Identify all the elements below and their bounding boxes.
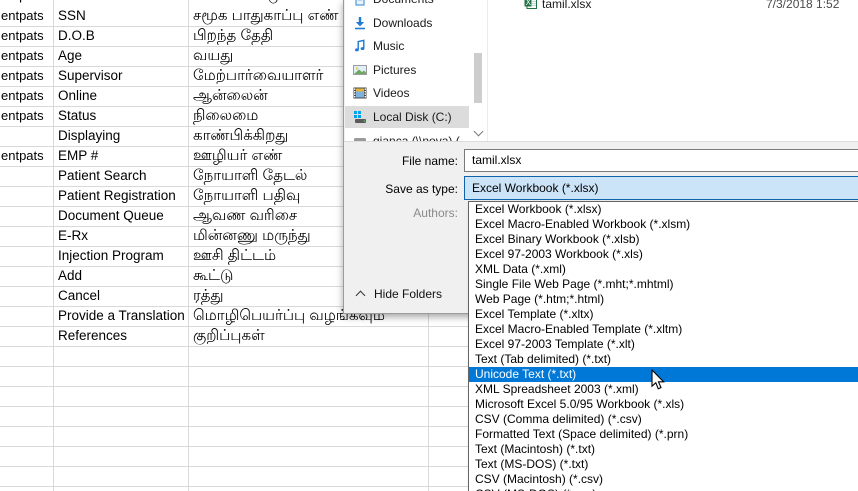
filetype-option[interactable]: Excel Template (*.xltx) (469, 307, 858, 322)
sheet-cell-tamil[interactable]: குறிப்புகள் (193, 326, 265, 346)
sidebar-item-local-disk-c[interactable]: Local Disk (C:) (345, 106, 469, 128)
file-name-input[interactable]: tamil.xlsx (464, 149, 858, 172)
filetype-option[interactable]: XML Data (*.xml) (469, 262, 858, 277)
sheet-cell-term[interactable]: Age (58, 46, 187, 66)
sheet-cell-col-a[interactable]: entpats (1, 6, 51, 26)
filetype-option[interactable]: Single File Web Page (*.mht;*.mhtml) (469, 277, 858, 292)
sidebar-item-music[interactable]: Music (345, 35, 469, 57)
videos-icon (353, 86, 367, 100)
sheet-cell-tamil[interactable]: நிலைமை (193, 106, 258, 126)
filetype-option[interactable]: Excel Workbook (*.xlsx) (469, 202, 858, 217)
scroll-down-button[interactable] (473, 124, 483, 136)
excel-file-icon: X (524, 0, 537, 14)
filetype-option[interactable]: Microsoft Excel 5.0/95 Workbook (*.xls) (469, 397, 858, 412)
save-as-type-label: Save as type: (344, 182, 458, 196)
sheet-cell-col-a[interactable]: entpats (1, 46, 51, 66)
sheet-cell-term[interactable]: Patient Search (58, 166, 187, 186)
sheet-cell-tamil[interactable]: சமூக பாதுகாப்பு எண் (193, 6, 338, 26)
chevron-down-icon (474, 127, 484, 137)
filetype-option[interactable]: CSV (MS-DOS) (*.csv) (469, 487, 858, 491)
hide-folders-button[interactable]: Hide Folders (355, 285, 442, 303)
sheet-cell-col-a[interactable]: entpats (1, 66, 51, 86)
sheet-cell-tamil[interactable]: நோயாளி பதிவு (193, 186, 300, 206)
sheet-cell-term[interactable]: Cancel (58, 286, 187, 306)
filetype-option[interactable]: Excel Macro-Enabled Template (*.xltm) (469, 322, 858, 337)
sheet-cell-term[interactable]: References (58, 326, 187, 346)
sheet-cell-col-a[interactable]: entpats (1, 86, 51, 106)
filetype-option[interactable]: Excel 97-2003 Template (*.xlt) (469, 337, 858, 352)
sheet-cell-col-a[interactable]: entpats (1, 106, 51, 126)
sheet-cell-tamil[interactable]: பிறந்த தேதி (193, 26, 273, 46)
file-row[interactable]: X tamil.xlsx 7/3/2018 1:52 (488, 0, 858, 13)
authors-label: Authors: (344, 206, 458, 220)
sheet-cell-term[interactable]: EMP # (58, 146, 187, 166)
documents-icon (353, 0, 367, 6)
music-icon (353, 39, 367, 53)
filetype-option[interactable]: Text (Macintosh) (*.txt) (469, 442, 858, 457)
sidebar-item-downloads[interactable]: Downloads (345, 12, 469, 34)
filetype-option[interactable]: CSV (Macintosh) (*.csv) (469, 472, 858, 487)
sidebar-item-documents[interactable]: Documents (345, 0, 469, 10)
mouse-cursor (651, 369, 665, 395)
filetype-option[interactable]: Excel Binary Workbook (*.xlsb) (469, 232, 858, 247)
filetype-option[interactable]: Text (Tab delimited) (*.txt) (469, 352, 858, 367)
file-name-text[interactable]: tamil.xlsx (542, 0, 591, 11)
navigation-pane: Documents Downloads Music Pictures Video… (345, 0, 487, 141)
sheet-cell-term[interactable]: Provide a Translation (58, 306, 187, 326)
filetype-option[interactable]: Formatted Text (Space delimited) (*.prn) (469, 427, 858, 442)
dialog-divider (344, 141, 858, 142)
pictures-icon (353, 63, 367, 77)
sheet-cell-term[interactable]: D.O.B (58, 26, 187, 46)
sheet-cell-tamil[interactable]: ஊழியர் எண் (193, 146, 282, 166)
sidebar-item-videos[interactable]: Videos (345, 82, 469, 104)
sheet-cell-col-a[interactable]: entpats (1, 146, 51, 166)
sheet-cell-term[interactable]: Injection Program (58, 246, 187, 266)
local-disk-icon (353, 110, 367, 124)
sheet-cell-tamil[interactable]: ஆவண வரிசை (193, 206, 297, 226)
filetype-option[interactable]: Web Page (*.htm;*.html) (469, 292, 858, 307)
sheet-cell-tamil[interactable]: வயது (193, 46, 233, 66)
sheet-cell-tamil[interactable]: ஊசி திட்டம் (193, 246, 276, 266)
sheet-cell-term[interactable]: Displaying (58, 126, 187, 146)
filetype-option[interactable]: Excel 97-2003 Workbook (*.xls) (469, 247, 858, 262)
file-type-dropdown-list: Excel Workbook (*.xlsx)Excel Macro-Enabl… (468, 201, 858, 491)
sheet-cell-term[interactable]: Status (58, 106, 187, 126)
downloads-icon (353, 16, 367, 30)
sheet-cell-tamil[interactable]: மேற்பார்வையாளர் (193, 66, 323, 86)
sidebar-item-gianca-nova[interactable]: gianca (\\nova) ( (345, 130, 469, 141)
sheet-cell-term[interactable]: Add (58, 266, 187, 286)
screen: { "colors": { "selection_blue": "#0078d7… (0, 0, 858, 491)
sheet-cell-tamil[interactable]: மின்னணு மருந்து (193, 226, 311, 246)
sheet-cell-term[interactable]: Supervisor (58, 66, 187, 86)
sheet-cell-term[interactable]: E-Rx (58, 226, 187, 246)
filetype-option[interactable]: CSV (Comma delimited) (*.csv) (469, 412, 858, 427)
network-drive-icon (353, 134, 367, 141)
sheet-cell-col-a[interactable]: entpats (1, 26, 51, 46)
sheet-cell-tamil[interactable]: காண்பிக்கிறது (193, 126, 288, 146)
sheet-cell-tamil[interactable]: ரத்து (193, 286, 224, 306)
filetype-option[interactable]: Excel Macro-Enabled Workbook (*.xlsm) (469, 217, 858, 232)
sheet-cell-term[interactable]: Patient Registration (58, 186, 187, 206)
file-date-text: 7/3/2018 1:52 (766, 0, 839, 11)
save-as-type-combobox[interactable]: Excel Workbook (*.xlsx) (464, 176, 858, 200)
sheet-cell-tamil[interactable]: கூட்டு (193, 266, 233, 286)
file-list-pane[interactable]: X tamil.xlsx 7/3/2018 1:52 (488, 0, 858, 141)
sidebar-item-pictures[interactable]: Pictures (345, 59, 469, 81)
sheet-cell-term[interactable]: Online (58, 86, 187, 106)
sheet-cell-term[interactable]: Document Queue (58, 206, 187, 226)
file-name-label: File name: (344, 154, 458, 168)
svg-text:X: X (526, 0, 532, 7)
chevron-up-icon (356, 290, 366, 300)
sheet-cell-tamil[interactable]: ஆன்லைன் (193, 86, 268, 106)
filetype-option[interactable]: Text (MS-DOS) (*.txt) (469, 457, 858, 472)
sheet-cell-tamil[interactable]: நோயாளி தேடல் (193, 166, 307, 186)
scrollbar-thumb[interactable] (474, 53, 482, 103)
sheet-cell-term[interactable]: SSN (58, 6, 187, 26)
